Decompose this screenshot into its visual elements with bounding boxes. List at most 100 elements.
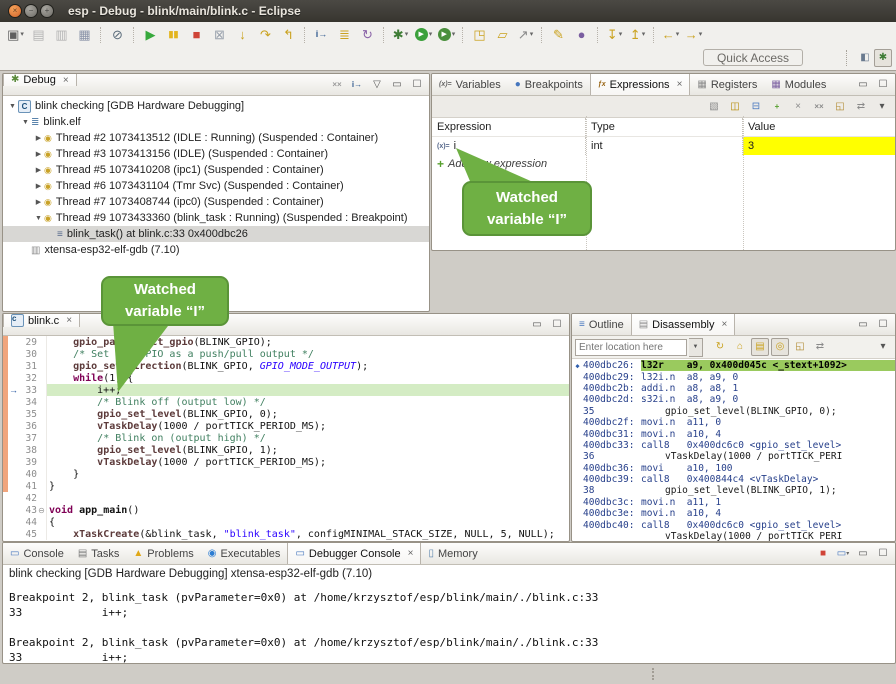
build-all-button[interactable]: ▦ bbox=[73, 24, 96, 46]
fold-collapse-icon[interactable]: ⊖ bbox=[37, 506, 46, 515]
new-view-button[interactable]: ◱ bbox=[791, 338, 809, 356]
debug-tree-item[interactable]: ▼≣blink.elf bbox=[3, 114, 429, 130]
minimize-button[interactable]: ▭ bbox=[854, 76, 872, 94]
tree-twistie-icon[interactable]: ▶ bbox=[33, 198, 44, 206]
debug-tree-item[interactable]: ▶◉Thread #6 1073431104 (Tmr Svc) (Suspen… bbox=[3, 178, 429, 194]
tree-twistie-icon[interactable]: ▶ bbox=[33, 182, 44, 190]
tree-twistie-icon[interactable]: ▶ bbox=[33, 134, 44, 142]
tab-variables[interactable]: (x)=Variables bbox=[432, 74, 508, 95]
location-input[interactable] bbox=[575, 339, 687, 356]
window-maximize-button[interactable]: + bbox=[40, 4, 54, 18]
toggle-mark-occurrences-button[interactable]: ● bbox=[570, 24, 593, 46]
tab-debugger-console[interactable]: ▭Debugger Console× bbox=[287, 543, 421, 564]
tree-twistie-icon[interactable]: ▶ bbox=[33, 150, 44, 158]
disassembly-listing[interactable]: ◆400dbc26:l32r a9, 0x400d045c <_stext+10… bbox=[572, 359, 895, 542]
instruction-pointer-icon[interactable]: → bbox=[8, 385, 19, 395]
show-source-button[interactable]: ▤ bbox=[751, 338, 769, 356]
debug-tree-item[interactable]: ▼Cblink checking [GDB Hardware Debugging… bbox=[3, 98, 429, 114]
instruction-stepping-mode-button[interactable]: i→ bbox=[348, 76, 366, 94]
open-element-button[interactable]: ◳ bbox=[468, 24, 491, 46]
tab-executables[interactable]: ◉Executables bbox=[201, 543, 288, 564]
debug-tree-item[interactable]: ≡blink_task() at blink.c:33 0x400dbc26 bbox=[3, 226, 429, 242]
expression-value[interactable]: 3 bbox=[743, 137, 895, 155]
debug-button[interactable]: ✱▾ bbox=[389, 24, 412, 46]
tree-twistie-icon[interactable]: ▶ bbox=[33, 166, 44, 174]
format-button[interactable]: ✎ bbox=[547, 24, 570, 46]
remove-expression-button[interactable]: × bbox=[789, 98, 807, 116]
step-over-button[interactable]: ↷ bbox=[254, 24, 277, 46]
show-logical-structure-button[interactable]: ◫ bbox=[726, 98, 744, 116]
debug-tree-item[interactable]: ▶◉Thread #5 1073410208 (ipc1) (Suspended… bbox=[3, 162, 429, 178]
close-tab-icon[interactable]: × bbox=[677, 79, 683, 90]
console-output[interactable]: Breakpoint 2, blink_task (pvParameter=0x… bbox=[3, 584, 895, 664]
debug-tree-item[interactable]: ▶◉Thread #3 1073413156 (IDLE) (Suspended… bbox=[3, 146, 429, 162]
tab-outline[interactable]: ≡Outline bbox=[572, 314, 631, 335]
run-button[interactable]: ▶▾ bbox=[412, 24, 435, 46]
maximize-button[interactable]: ☐ bbox=[874, 76, 892, 94]
forward-button[interactable]: →▾ bbox=[682, 24, 705, 46]
terminate-button[interactable]: ■ bbox=[185, 24, 208, 46]
disconnect-button[interactable]: ⊠ bbox=[208, 24, 231, 46]
new-view-button[interactable]: ◱ bbox=[831, 98, 849, 116]
back-button[interactable]: ←▾ bbox=[659, 24, 682, 46]
suspend-button[interactable]: ▮▮ bbox=[162, 24, 185, 46]
code-editor[interactable]: 29 gpio_pad_select_gpio(BLINK_GPIO);30 /… bbox=[3, 336, 569, 540]
save-all-button[interactable]: ▥ bbox=[50, 24, 73, 46]
refresh-button[interactable]: ↻ bbox=[711, 338, 729, 356]
pin-up-annotation-button[interactable]: ↥▾ bbox=[626, 24, 649, 46]
tab-memory[interactable]: ▯Memory bbox=[421, 543, 484, 564]
minimize-button[interactable]: ▭ bbox=[854, 545, 872, 563]
link-with-view-button[interactable]: ⇄ bbox=[811, 338, 829, 356]
open-perspective-button[interactable]: ◧ bbox=[856, 49, 874, 67]
view-menu-button[interactable]: ▽ bbox=[368, 76, 386, 94]
debug-tree-item[interactable]: ▶◉Thread #7 1073408744 (ipc0) (Suspended… bbox=[3, 194, 429, 210]
home-button[interactable]: ⌂ bbox=[731, 338, 749, 356]
debug-tree-item[interactable]: ▥xtensa-esp32-elf-gdb (7.10) bbox=[3, 242, 429, 258]
tree-twistie-icon[interactable]: ▼ bbox=[7, 103, 18, 110]
remove-all-expressions-button[interactable]: ×× bbox=[810, 98, 828, 116]
coverage-button[interactable]: ▶▾ bbox=[435, 24, 458, 46]
tab-problems[interactable]: ▲Problems bbox=[126, 543, 200, 564]
skip-all-breakpoints-button[interactable]: ⊘ bbox=[106, 24, 129, 46]
quick-access-button[interactable]: Quick Access bbox=[703, 49, 803, 66]
close-tab-icon[interactable]: × bbox=[722, 319, 728, 330]
collapse-all-button[interactable]: ⊟ bbox=[747, 98, 765, 116]
tab-modules[interactable]: ▦Modules bbox=[764, 74, 833, 95]
show-type-names-button[interactable]: ▧ bbox=[705, 98, 723, 116]
new-wizard-button[interactable]: ▣▾ bbox=[4, 24, 27, 46]
column-header-value[interactable]: Value bbox=[743, 118, 895, 136]
minimize-button[interactable]: ▭ bbox=[528, 316, 546, 334]
launch-configuration-button[interactable]: ↗▾ bbox=[514, 24, 537, 46]
column-header-type[interactable]: Type bbox=[586, 118, 743, 136]
debug-tree-item[interactable]: ▼◉Thread #9 1073433360 (blink_task : Run… bbox=[3, 210, 429, 226]
tab-expressions[interactable]: ƒxExpressions× bbox=[590, 74, 691, 95]
track-pc-button[interactable]: ◎ bbox=[771, 338, 789, 356]
maximize-button[interactable]: ☐ bbox=[874, 316, 892, 334]
window-minimize-button[interactable]: − bbox=[24, 4, 38, 18]
save-button[interactable]: ▤ bbox=[27, 24, 50, 46]
tree-twistie-icon[interactable]: ▼ bbox=[20, 119, 31, 126]
add-expression-button[interactable]: + bbox=[768, 98, 786, 116]
tab-console[interactable]: ▭Console bbox=[3, 543, 71, 564]
debug-tree-item[interactable]: ▶◉Thread #2 1073413512 (IDLE : Running) … bbox=[3, 130, 429, 146]
terminate-console-button[interactable]: ■ bbox=[814, 545, 832, 563]
minimize-button[interactable]: ▭ bbox=[388, 76, 406, 94]
window-close-button[interactable]: × bbox=[8, 4, 22, 18]
column-header-expression[interactable]: Expression bbox=[432, 118, 586, 136]
tab-blink-c[interactable]: cblink.c× bbox=[3, 314, 80, 327]
tab-registers[interactable]: ▦Registers bbox=[690, 74, 764, 95]
debug-perspective-button[interactable]: ✱ bbox=[874, 49, 892, 67]
view-menu-button[interactable]: ▾ bbox=[874, 338, 892, 356]
tree-twistie-icon[interactable]: ▼ bbox=[33, 215, 44, 222]
pin-down-annotation-button[interactable]: ↧▾ bbox=[603, 24, 626, 46]
location-dropdown-icon[interactable]: ▼ bbox=[689, 338, 703, 357]
close-tab-icon[interactable]: × bbox=[66, 315, 72, 326]
close-tab-icon[interactable]: × bbox=[408, 548, 414, 559]
open-resource-button[interactable]: ▱ bbox=[491, 24, 514, 46]
step-into-button[interactable]: ↓ bbox=[231, 24, 254, 46]
view-menu-button[interactable]: ▾ bbox=[873, 98, 891, 116]
instruction-stepping-button[interactable]: i→ bbox=[310, 24, 333, 46]
tab-debug[interactable]: ✱Debug× bbox=[3, 74, 77, 86]
tab-tasks[interactable]: ▤Tasks bbox=[71, 543, 127, 564]
display-selected-console-button[interactable]: ▭▾ bbox=[834, 545, 852, 563]
